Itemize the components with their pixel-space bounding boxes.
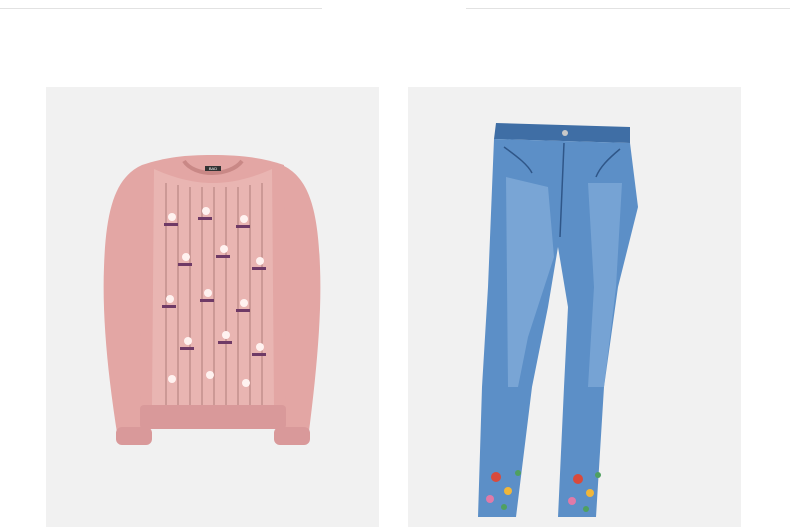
top-divider-left xyxy=(0,8,322,9)
brand-label: BAD xyxy=(209,166,217,171)
product-card-sweater[interactable]: BAD xyxy=(46,87,379,527)
pink-sweater-image: BAD xyxy=(103,155,321,445)
top-divider-right xyxy=(466,8,790,9)
blue-jeans-image xyxy=(478,123,638,517)
product-card-jeans[interactable] xyxy=(408,87,741,527)
